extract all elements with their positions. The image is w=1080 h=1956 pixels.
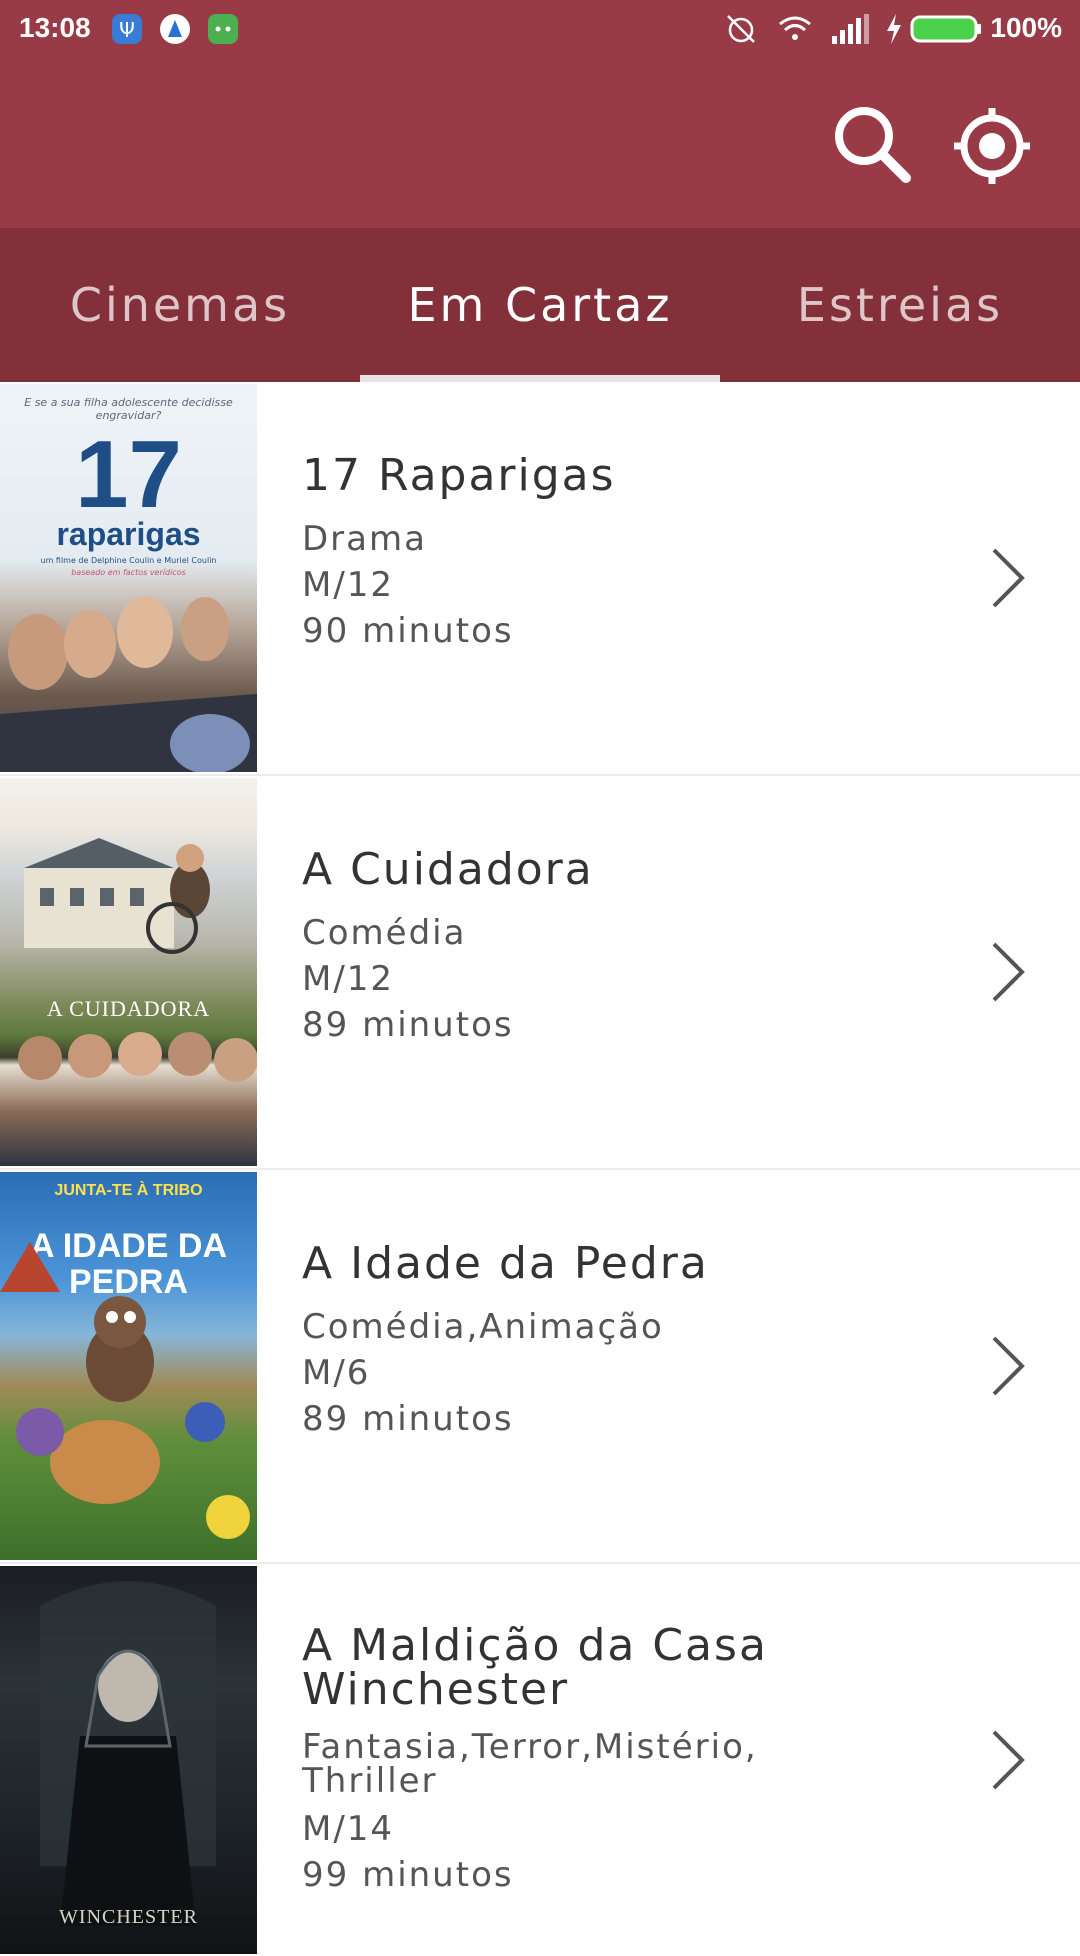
movie-duration: 90 minutos — [302, 611, 514, 651]
movie-poster: A CUIDADORA — [0, 778, 257, 1166]
status-bar: 13:08 Ψ 100% — [0, 0, 1080, 58]
alarm-off-icon — [724, 12, 758, 46]
movie-title: A Maldição da Casa Winchester — [302, 1620, 768, 1715]
battery-percent: 100% — [990, 12, 1062, 43]
movie-info: A Cuidadora Comédia M/12 89 minutos — [302, 848, 822, 1048]
signal-icon — [830, 12, 869, 46]
movie-poster: E se a sua filha adolescente decidisse e… — [0, 384, 257, 772]
notification-a-icon — [158, 12, 192, 46]
movie-rating: M/14 — [302, 1809, 395, 1849]
movie-genre: Fantasia,Terror,Mistério,Thriller — [302, 1727, 758, 1801]
svg-text:Ψ: Ψ — [119, 18, 135, 42]
poster-art — [0, 1242, 250, 1539]
movie-row[interactable]: JUNTA-TE À TRIBO A IDADE DA PEDRA A Idad… — [0, 1170, 1080, 1564]
status-time: 13:08 — [19, 12, 91, 43]
android-icon — [206, 12, 240, 46]
movie-genre: Drama — [302, 519, 427, 559]
tab-indicator — [360, 375, 720, 382]
movie-duration: 89 minutos — [302, 1399, 514, 1439]
battery-icon — [910, 12, 984, 46]
chevron-right-icon[interactable] — [988, 1334, 1028, 1398]
tab-bar: Cinemas Em Cartaz Estreias — [0, 228, 1080, 382]
movie-row[interactable]: A CUIDADORA A Cuidadora Comédia M/12 89 … — [0, 776, 1080, 1170]
movie-genre: Comédia,Animação — [302, 1307, 664, 1347]
movie-genre: Comédia — [302, 913, 467, 953]
usb-icon: Ψ — [110, 12, 144, 46]
search-icon[interactable] — [830, 102, 914, 186]
movie-list: E se a sua filha adolescente decidisse e… — [0, 382, 1080, 1956]
chevron-right-icon[interactable] — [988, 1728, 1028, 1792]
wifi-icon — [778, 12, 812, 46]
movie-title: A Idade da Pedra — [302, 1238, 709, 1289]
poster-art — [40, 1581, 216, 1926]
movie-row[interactable]: E se a sua filha adolescente decidisse e… — [0, 382, 1080, 776]
movie-title: A Cuidadora — [302, 844, 594, 895]
movie-row[interactable]: WINCHESTER A Maldição da Casa Winchester… — [0, 1564, 1080, 1956]
poster-faces — [0, 596, 257, 772]
chevron-right-icon[interactable] — [988, 546, 1028, 610]
movie-duration: 99 minutos — [302, 1855, 514, 1895]
movie-duration: 89 minutos — [302, 1005, 514, 1045]
movie-rating: M/12 — [302, 565, 395, 605]
movie-info: 17 Raparigas Drama M/12 90 minutos — [302, 454, 822, 654]
poster-art — [18, 838, 257, 1082]
chevron-right-icon[interactable] — [988, 940, 1028, 1004]
movie-poster: WINCHESTER — [0, 1566, 257, 1954]
movie-title: 17 Raparigas — [302, 450, 616, 501]
movie-info: A Idade da Pedra Comédia,Animação M/6 89… — [302, 1242, 822, 1442]
movie-rating: M/6 — [302, 1353, 371, 1393]
tab-em-cartaz[interactable]: Em Cartaz — [360, 228, 720, 382]
movie-info: A Maldição da Casa Winchester Fantasia,T… — [302, 1624, 822, 1898]
locate-icon[interactable] — [950, 104, 1034, 188]
app-bar — [0, 58, 1080, 228]
movie-poster: JUNTA-TE À TRIBO A IDADE DA PEDRA — [0, 1172, 257, 1560]
tab-estreias[interactable]: Estreias — [720, 228, 1080, 382]
tab-cinemas[interactable]: Cinemas — [0, 228, 360, 382]
movie-rating: M/12 — [302, 959, 395, 999]
